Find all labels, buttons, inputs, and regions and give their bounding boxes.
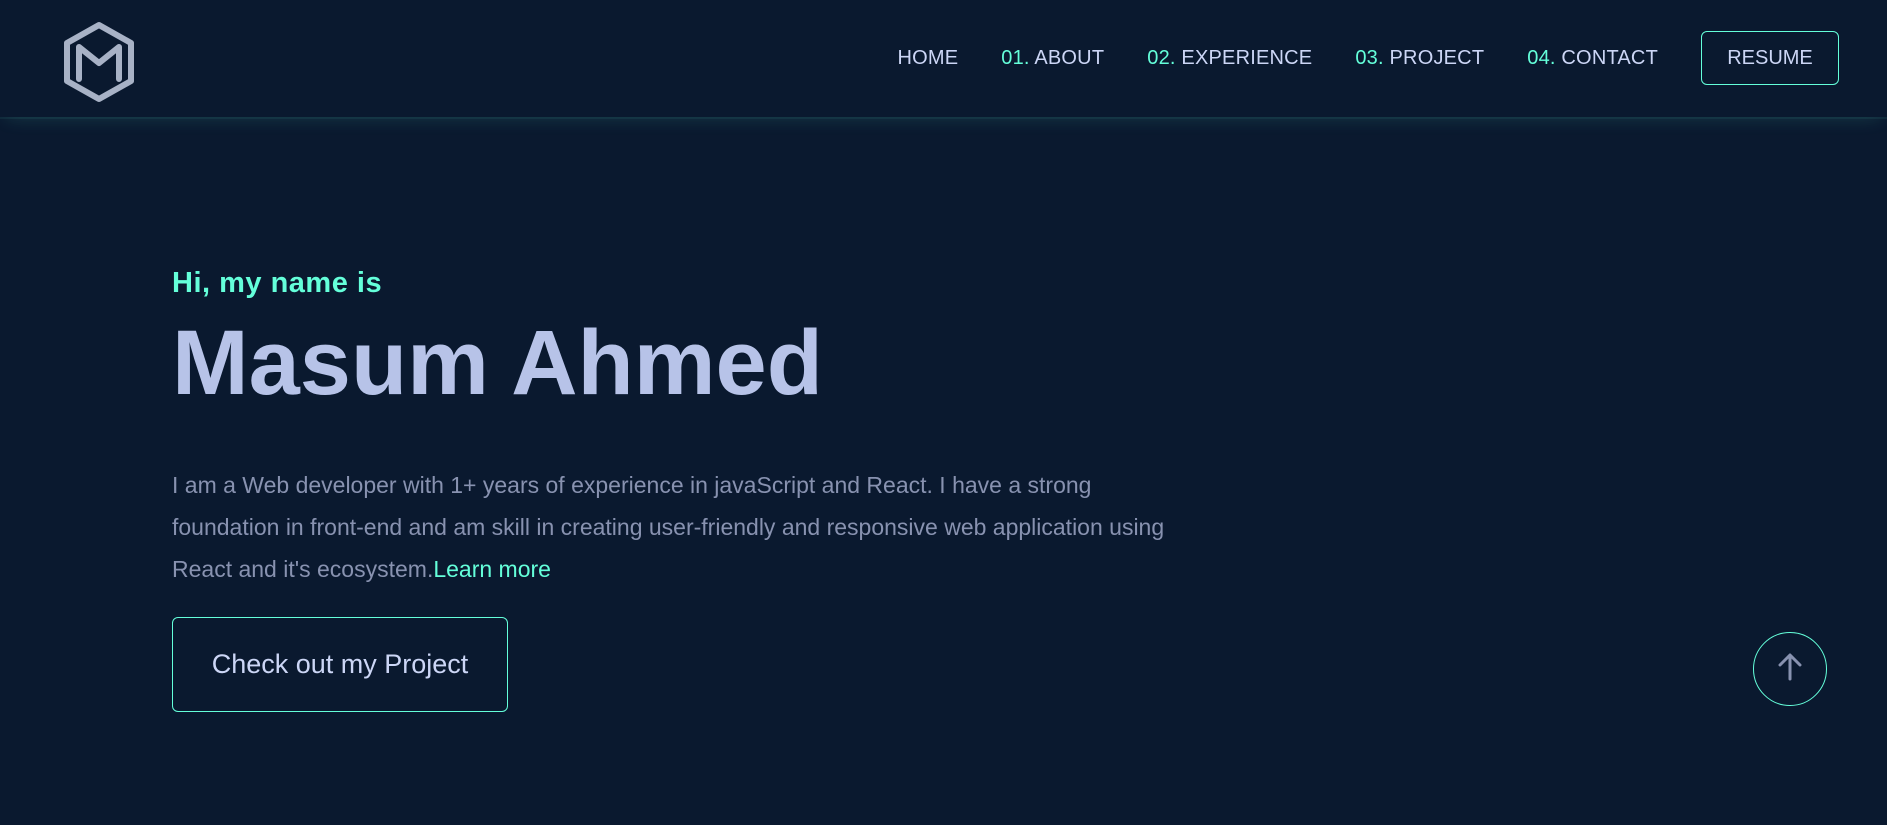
nav-links: HOME 01. ABOUT 02. EXPERIENCE 03. PROJEC… [897, 30, 1839, 86]
nav-item-number: 04. [1527, 46, 1556, 69]
nav-item-number: 03. [1355, 46, 1384, 69]
nav-item-project[interactable]: 03. PROJECT [1355, 47, 1484, 70]
learn-more-link[interactable]: Learn more [433, 556, 551, 582]
nav-item-label: PROJECT [1383, 46, 1485, 69]
hero-greeting: Hi, my name is [172, 267, 383, 299]
hero-bio: I am a Web developer with 1+ years of ex… [172, 464, 1172, 590]
arrow-up-icon [1775, 652, 1805, 687]
nav-item-about[interactable]: 01. ABOUT [1001, 47, 1104, 70]
nav-item-label: EXPERIENCE [1175, 46, 1313, 69]
hero-name: Masum Ahmed [172, 312, 823, 414]
nav-item-number: 02. [1147, 46, 1176, 69]
nav-item-label: CONTACT [1555, 46, 1658, 69]
portfolio-page: HOME 01. ABOUT 02. EXPERIENCE 03. PROJEC… [0, 0, 1887, 825]
scroll-to-top-button[interactable] [1753, 632, 1827, 706]
check-out-project-button[interactable]: Check out my Project [172, 617, 508, 712]
nav-item-home[interactable]: HOME [897, 47, 958, 70]
nav-item-experience[interactable]: 02. EXPERIENCE [1147, 47, 1312, 70]
hexagon-m-logo-icon[interactable] [62, 21, 136, 103]
nav-item-number: 01. [1001, 46, 1030, 69]
nav-item-label: ABOUT [1029, 46, 1105, 69]
resume-button[interactable]: RESUME [1701, 31, 1839, 85]
hero-bio-text: I am a Web developer with 1+ years of ex… [172, 472, 1165, 582]
hero-section: Hi, my name is Masum Ahmed I am a Web de… [172, 262, 1172, 590]
nav-item-contact[interactable]: 04. CONTACT [1527, 47, 1658, 70]
nav-item-label: HOME [897, 46, 959, 69]
navbar: HOME 01. ABOUT 02. EXPERIENCE 03. PROJEC… [0, 0, 1887, 117]
